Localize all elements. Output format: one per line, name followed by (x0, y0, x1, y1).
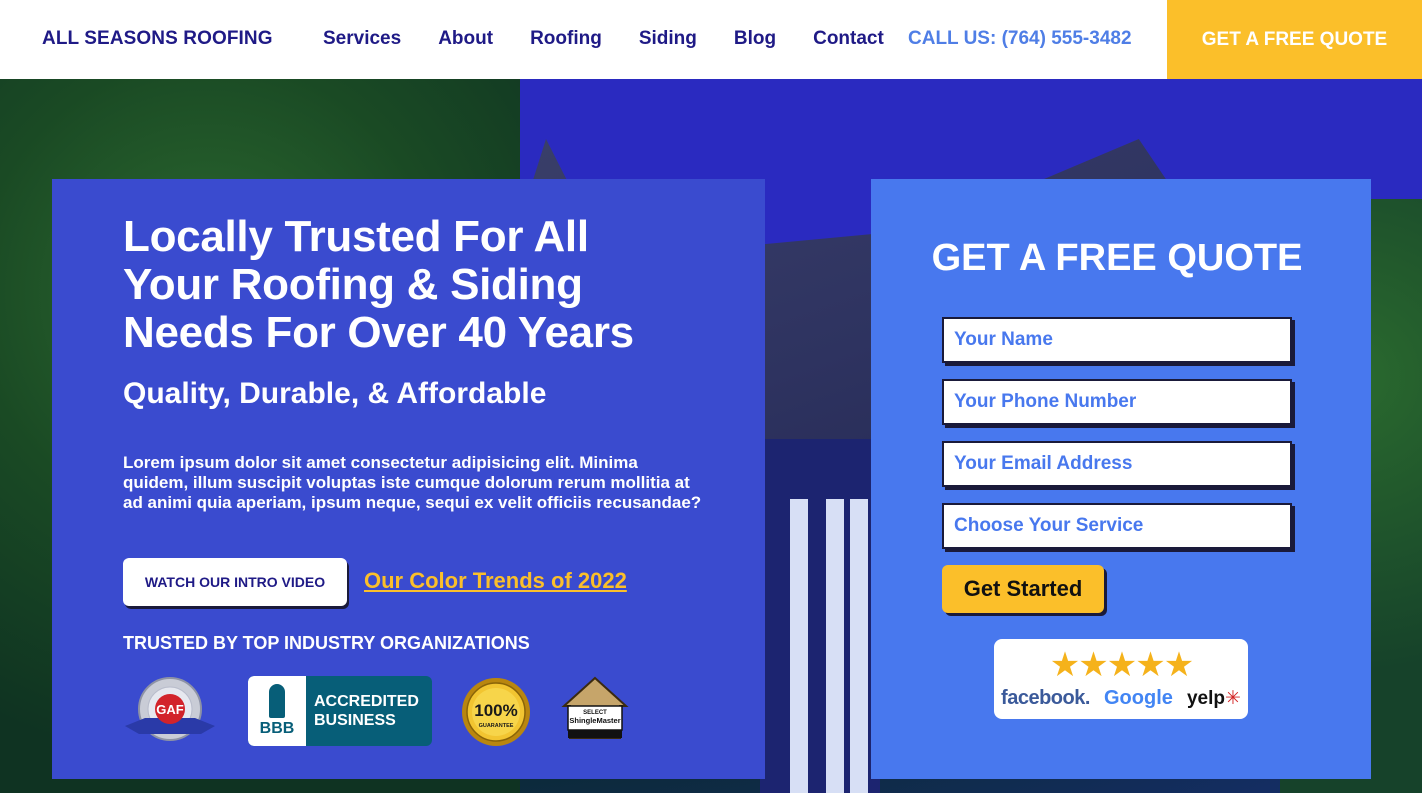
facebook-logo: facebook. (1001, 687, 1090, 709)
svg-text:GAF: GAF (156, 702, 184, 717)
review-badges: ★★★★★ facebook. Google yelp✳ (994, 639, 1248, 719)
gaf-badge-icon: GAF (125, 677, 215, 741)
nav-about[interactable]: About (438, 28, 493, 50)
service-select-value[interactable]: Choose Your Service (954, 515, 1143, 537)
name-input[interactable] (954, 329, 1290, 351)
bbb-accredited-text: ACCREDITED BUSINESS (314, 692, 419, 730)
bbb-line-1: ACCREDITED (314, 693, 419, 710)
bbb-line-2: BUSINESS (314, 712, 396, 729)
hero-house-column (850, 499, 868, 793)
yelp-burst-icon: ✳ (1225, 688, 1241, 709)
phone-field[interactable] (942, 379, 1292, 425)
phone-input[interactable] (954, 391, 1290, 413)
nav-siding[interactable]: Siding (639, 28, 697, 50)
form-title: GET A FREE QUOTE (931, 237, 1303, 279)
bbb-logo: BBB (248, 676, 306, 746)
shinglemaster-badge-icon: SELECT ShingleMaster (561, 676, 629, 739)
name-field[interactable] (942, 317, 1292, 363)
bbb-accredited-badge: BBB ACCREDITED BUSINESS (248, 676, 432, 746)
site-header: ALL SEASONS ROOFING Services About Roofi… (0, 0, 1422, 79)
yelp-logo-text: yelp (1186, 688, 1226, 709)
quote-form-panel: GET A FREE QUOTE Choose Your Service Get… (871, 179, 1371, 779)
call-us-link[interactable]: CALL US: (764) 555-3482 (908, 28, 1132, 50)
nav-blog[interactable]: Blog (734, 28, 776, 50)
email-field[interactable] (942, 441, 1292, 487)
watch-video-button[interactable]: WATCH OUR INTRO VIDEO (123, 558, 347, 606)
color-trends-link[interactable]: Our Color Trends of 2022 (364, 568, 627, 594)
yelp-logo: yelp✳ (1187, 687, 1241, 710)
site-logo[interactable]: ALL SEASONS ROOFING (42, 28, 273, 50)
main-nav: Services About Roofing Siding Blog Conta… (323, 28, 921, 50)
review-platform-logos: facebook. Google yelp✳ (994, 687, 1248, 710)
hero-headline: Locally Trusted For All Your Roofing & S… (123, 212, 634, 357)
hero-house-column (790, 499, 808, 793)
nav-roofing[interactable]: Roofing (530, 28, 602, 50)
bbb-torch-icon (269, 684, 285, 718)
guarantee-badge-icon: 100% GUARANTEE (462, 678, 530, 746)
hero-info-panel: Locally Trusted For All Your Roofing & S… (52, 179, 765, 779)
hero-house-column (826, 499, 844, 793)
google-logo: Google (1104, 687, 1173, 710)
header-quote-button[interactable]: GET A FREE QUOTE (1167, 0, 1422, 79)
five-star-icon: ★★★★★ (1049, 646, 1194, 684)
hero-subhead: Quality, Durable, & Affordable (123, 377, 547, 410)
nav-services[interactable]: Services (323, 28, 401, 50)
trusted-title: TRUSTED BY TOP INDUSTRY ORGANIZATIONS (123, 633, 530, 653)
hero-paragraph: Lorem ipsum dolor sit amet consectetur a… (123, 453, 702, 512)
svg-text:ShingleMaster: ShingleMaster (569, 716, 620, 725)
bbb-logo-text: BBB (259, 720, 295, 737)
nav-contact[interactable]: Contact (813, 28, 884, 50)
svg-text:GUARANTEE: GUARANTEE (479, 723, 514, 729)
get-started-button[interactable]: Get Started (942, 565, 1104, 613)
google-logo-text: Google (1104, 687, 1173, 709)
email-input[interactable] (954, 453, 1290, 475)
service-select[interactable]: Choose Your Service (942, 503, 1292, 549)
svg-text:100%: 100% (474, 701, 517, 720)
